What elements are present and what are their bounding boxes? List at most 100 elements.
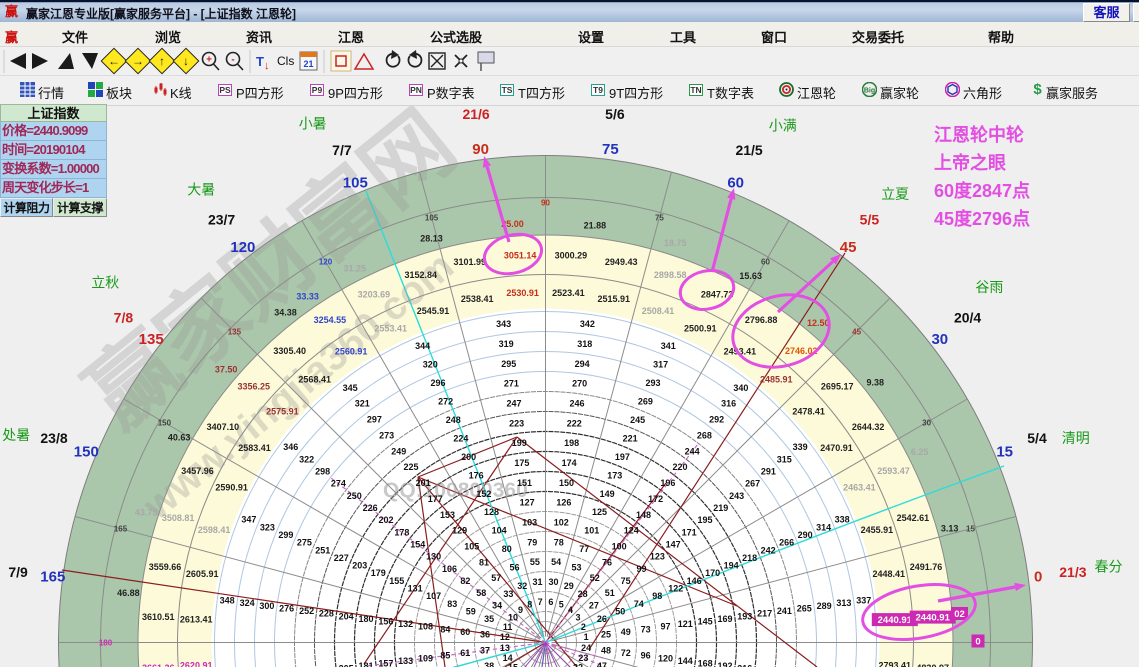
svg-text:197: 197 [615,452,630,462]
svg-text:78: 78 [554,537,564,547]
svg-text:268: 268 [697,430,712,440]
svg-text:28: 28 [578,589,588,599]
svg-text:2440.91: 2440.91 [916,613,951,624]
svg-text:52: 52 [590,573,600,583]
svg-text:34.38: 34.38 [274,308,297,318]
svg-text:171: 171 [682,527,697,537]
svg-text:40.63: 40.63 [168,432,191,442]
svg-text:251: 251 [315,545,330,555]
svg-text:219: 219 [713,503,728,513]
svg-text:340: 340 [733,383,748,393]
svg-text:3661.36: 3661.36 [142,663,175,667]
svg-text:7/7: 7/7 [332,142,352,158]
svg-text:46.88: 46.88 [117,588,140,598]
svg-text:30: 30 [931,331,948,348]
svg-text:218: 218 [742,553,757,563]
svg-text:341: 341 [661,341,676,351]
svg-text:75: 75 [621,576,631,586]
svg-text:4830.97: 4830.97 [916,663,949,667]
svg-text:194: 194 [724,561,739,571]
svg-text:249: 249 [391,446,406,456]
svg-text:2796.88: 2796.88 [745,315,778,325]
svg-text:23/7: 23/7 [208,211,235,227]
svg-text:100: 100 [612,542,627,552]
svg-text:3203.69: 3203.69 [358,290,391,300]
svg-text:0: 0 [1034,569,1042,586]
svg-text:201: 201 [416,478,431,488]
svg-text:98: 98 [652,591,662,601]
svg-text:121: 121 [678,619,693,629]
svg-text:299: 299 [278,530,293,540]
svg-text:51: 51 [605,588,615,598]
svg-text:145: 145 [698,617,713,627]
svg-text:241: 241 [777,606,792,616]
svg-text:小暑: 小暑 [299,115,327,131]
svg-text:15: 15 [966,525,975,534]
svg-text:247: 247 [506,399,521,409]
svg-text:18.75: 18.75 [664,238,687,248]
svg-text:153: 153 [440,510,455,520]
svg-text:45度2796点: 45度2796点 [934,208,1030,229]
svg-text:202: 202 [378,515,393,525]
svg-text:266: 266 [779,538,794,548]
svg-text:196: 196 [660,478,675,488]
svg-text:346: 346 [283,442,298,452]
svg-text:37: 37 [480,646,490,656]
svg-text:83: 83 [447,599,457,609]
svg-text:3.13: 3.13 [941,524,959,534]
svg-text:34: 34 [492,600,502,610]
svg-text:上帝之眼: 上帝之眼 [934,152,1006,173]
svg-text:193: 193 [737,611,752,621]
svg-text:152: 152 [476,489,491,499]
svg-text:13: 13 [500,643,510,653]
svg-text:149: 149 [600,489,615,499]
svg-text:174: 174 [562,458,577,468]
svg-text:2620.91: 2620.91 [180,660,213,667]
svg-text:99: 99 [636,564,646,574]
svg-text:3457.96: 3457.96 [181,466,214,476]
svg-text:立夏: 立夏 [881,186,909,202]
svg-text:3101.99: 3101.99 [454,257,487,267]
svg-text:2463.41: 2463.41 [843,483,876,493]
svg-text:319: 319 [499,339,514,349]
svg-text:31: 31 [532,577,542,587]
svg-text:小满: 小满 [769,118,797,134]
svg-text:Big: Big [864,88,875,95]
svg-text:77: 77 [579,544,589,554]
svg-text:37.50: 37.50 [215,365,238,375]
svg-text:2455.91: 2455.91 [861,525,894,535]
svg-text:150: 150 [158,419,172,428]
svg-text:2538.41: 2538.41 [461,294,494,304]
svg-text:195: 195 [697,515,712,525]
svg-text:96: 96 [641,651,651,661]
svg-text:265: 265 [797,603,812,613]
svg-text:127: 127 [520,498,535,508]
svg-text:192: 192 [717,661,732,667]
svg-text:154: 154 [410,540,425,550]
svg-text:199: 199 [512,438,527,448]
svg-text:276: 276 [279,603,294,613]
svg-text:29: 29 [564,581,574,591]
svg-text:5/4: 5/4 [1027,430,1047,446]
svg-text:105: 105 [464,542,479,552]
svg-text:81: 81 [479,557,489,567]
svg-text:←: ← [108,54,120,68]
svg-text:104: 104 [492,526,507,536]
svg-text:2590.91: 2590.91 [215,483,248,493]
svg-text:109: 109 [418,653,433,663]
svg-text:150: 150 [74,443,99,460]
svg-text:179: 179 [371,568,386,578]
svg-text:32: 32 [517,581,527,591]
svg-text:173: 173 [607,470,622,480]
svg-text:90: 90 [541,199,550,208]
svg-text:289: 289 [817,601,832,611]
svg-text:15: 15 [996,443,1013,460]
svg-text:2530.91: 2530.91 [506,288,539,298]
svg-text:79: 79 [527,537,537,547]
svg-text:33.33: 33.33 [296,291,319,301]
svg-text:227: 227 [334,553,349,563]
svg-text:53: 53 [571,563,581,573]
svg-text:269: 269 [638,396,653,406]
svg-text:立秋: 立秋 [91,275,119,291]
svg-text:38: 38 [484,661,494,667]
